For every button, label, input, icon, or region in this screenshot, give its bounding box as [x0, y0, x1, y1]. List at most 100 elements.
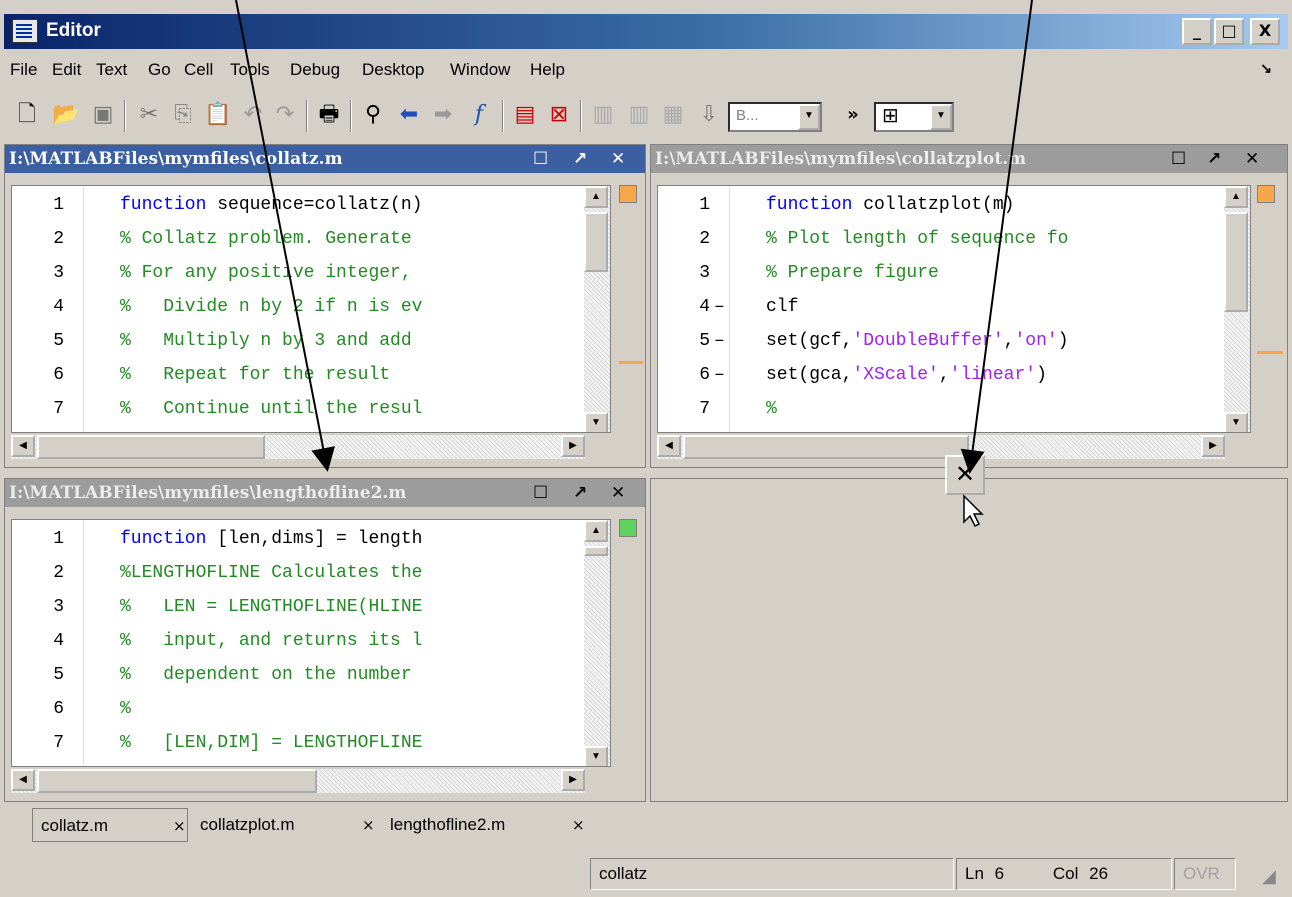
- executable-line-marker[interactable]: –: [714, 290, 725, 324]
- save-icon[interactable]: ▣: [90, 102, 116, 128]
- scrollbar-thumb[interactable]: [37, 769, 317, 793]
- line-number[interactable]: 4: [658, 290, 710, 324]
- tab-lengthofline2[interactable]: lengthofline2.m ×: [382, 808, 592, 842]
- maximize-pane-icon[interactable]: ☐: [533, 479, 548, 507]
- scrollbar-thumb[interactable]: [584, 546, 608, 556]
- line-number[interactable]: 2: [12, 556, 64, 590]
- menu-debug[interactable]: Debug: [290, 60, 340, 80]
- menu-file[interactable]: File: [10, 60, 37, 80]
- warning-marker[interactable]: [1257, 351, 1283, 354]
- toolbar-more[interactable]: »: [840, 102, 866, 128]
- menu-window[interactable]: Window: [450, 60, 510, 80]
- line-number[interactable]: 7: [12, 726, 64, 760]
- line-number[interactable]: 6: [658, 358, 710, 392]
- status-marker[interactable]: [1257, 185, 1275, 203]
- maximize-button[interactable]: □: [1214, 18, 1244, 45]
- title-bar[interactable]: Editor _ □ X: [4, 14, 1288, 49]
- scroll-left-icon[interactable]: ◀: [657, 435, 681, 457]
- chevron-down-icon[interactable]: ▼: [930, 104, 952, 130]
- scroll-right-icon[interactable]: ▶: [561, 435, 585, 457]
- undo-icon[interactable]: ↶: [240, 102, 266, 128]
- step-in-icon[interactable]: ▥: [626, 102, 652, 128]
- exit-debug-icon[interactable]: ⇩: [696, 102, 722, 128]
- undock-pane-icon[interactable]: ↗: [573, 145, 587, 173]
- function-icon[interactable]: f: [466, 102, 492, 128]
- close-icon[interactable]: ×: [362, 808, 375, 842]
- cut-icon[interactable]: ✂: [136, 102, 162, 128]
- scrollbar-thumb[interactable]: [584, 212, 608, 272]
- scroll-right-icon[interactable]: ▶: [561, 769, 585, 791]
- line-number[interactable]: 5: [12, 324, 64, 358]
- chevron-down-icon[interactable]: ▼: [798, 104, 820, 130]
- close-pane-icon[interactable]: ✕: [1245, 145, 1259, 173]
- line-number[interactable]: 4: [12, 290, 64, 324]
- line-number[interactable]: 5: [658, 324, 710, 358]
- scrollbar-thumb[interactable]: [37, 435, 265, 459]
- line-number[interactable]: 7: [658, 392, 710, 426]
- forward-icon[interactable]: ➡: [430, 102, 456, 128]
- close-pane-icon[interactable]: ✕: [611, 479, 625, 507]
- scroll-down-icon[interactable]: ▼: [584, 746, 608, 766]
- find-icon[interactable]: ⚲: [360, 102, 386, 128]
- line-number[interactable]: 7: [12, 392, 64, 426]
- paste-icon[interactable]: 📋: [204, 102, 231, 128]
- line-number[interactable]: 3: [12, 590, 64, 624]
- tab-collatzplot[interactable]: collatzplot.m ×: [192, 808, 378, 842]
- menu-help[interactable]: Help: [530, 60, 565, 80]
- undock-pane-icon[interactable]: ↗: [573, 479, 587, 507]
- scroll-down-icon[interactable]: ▼: [584, 412, 608, 432]
- close-icon[interactable]: ×: [173, 809, 186, 843]
- horizontal-scrollbar[interactable]: ◀ ▶: [11, 769, 585, 793]
- line-number[interactable]: 6: [12, 358, 64, 392]
- line-number[interactable]: 4: [12, 624, 64, 658]
- line-number[interactable]: 1: [12, 188, 64, 222]
- scroll-left-icon[interactable]: ◀: [11, 435, 35, 457]
- horizontal-scrollbar[interactable]: ◀ ▶: [11, 435, 585, 459]
- horizontal-scrollbar[interactable]: ◀ ▶: [657, 435, 1225, 459]
- status-marker[interactable]: [619, 185, 637, 203]
- scroll-left-icon[interactable]: ◀: [11, 769, 35, 791]
- vertical-scrollbar[interactable]: ▲ ▼: [584, 520, 610, 766]
- executable-line-marker[interactable]: –: [714, 324, 725, 358]
- menu-desktop[interactable]: Desktop: [362, 60, 424, 80]
- scroll-down-icon[interactable]: ▼: [1224, 412, 1248, 432]
- close-tile-button[interactable]: ✕: [945, 455, 985, 495]
- menu-tools[interactable]: Tools: [230, 60, 270, 80]
- line-number[interactable]: 5: [12, 658, 64, 692]
- line-number[interactable]: 3: [658, 256, 710, 290]
- step-icon[interactable]: ▥: [590, 102, 616, 128]
- close-window-button[interactable]: X: [1250, 18, 1280, 45]
- line-number[interactable]: 2: [12, 222, 64, 256]
- copy-icon[interactable]: ⎘: [170, 102, 196, 128]
- back-icon[interactable]: ⬅: [396, 102, 422, 128]
- pane-title-bar[interactable]: I:\MATLABFiles\mymfiles\collatz.m ☐ ↗ ✕: [5, 145, 645, 173]
- open-file-icon[interactable]: 📂: [52, 102, 79, 128]
- print-icon[interactable]: 🖶: [316, 102, 342, 128]
- line-number[interactable]: 2: [658, 222, 710, 256]
- menu-cell[interactable]: Cell: [184, 60, 213, 80]
- maximize-pane-icon[interactable]: ☐: [1171, 145, 1186, 173]
- menu-text[interactable]: Text: [96, 60, 127, 80]
- clear-breakpoints-icon[interactable]: ⊠: [546, 102, 572, 128]
- code-area[interactable]: 1 function sequence=collatz(n) 2 % Collatz …: [11, 185, 611, 433]
- code-area[interactable]: 1 function collatzplot(m) 2 % Plot length o…: [657, 185, 1251, 433]
- resize-grip-icon[interactable]: ◢: [1262, 866, 1276, 887]
- pane-title-bar[interactable]: I:\MATLABFiles\mymfiles\lengthofline2.m …: [5, 479, 645, 507]
- line-number[interactable]: 6: [12, 692, 64, 726]
- pane-title-bar[interactable]: I:\MATLABFiles\mymfiles\collatzplot.m ☐ …: [651, 145, 1287, 173]
- tab-collatz[interactable]: collatz.m ×: [32, 808, 188, 842]
- close-icon[interactable]: ×: [572, 808, 585, 842]
- warning-marker[interactable]: [619, 361, 643, 364]
- undock-icon[interactable]: ↘: [1260, 60, 1272, 77]
- undock-pane-icon[interactable]: ↗: [1207, 145, 1221, 173]
- vertical-scrollbar[interactable]: ▲ ▼: [584, 186, 610, 432]
- line-number[interactable]: 3: [12, 256, 64, 290]
- menu-go[interactable]: Go: [148, 60, 171, 80]
- status-marker[interactable]: [619, 519, 637, 537]
- code-area[interactable]: 1 function [len,dims] = length 2 %LENGTHOFL…: [11, 519, 611, 767]
- minimize-button[interactable]: _: [1182, 18, 1212, 45]
- scrollbar-thumb[interactable]: [1224, 212, 1248, 312]
- scroll-right-icon[interactable]: ▶: [1201, 435, 1225, 457]
- new-file-icon[interactable]: 🗋: [14, 102, 40, 128]
- set-breakpoint-icon[interactable]: ▤: [512, 102, 538, 128]
